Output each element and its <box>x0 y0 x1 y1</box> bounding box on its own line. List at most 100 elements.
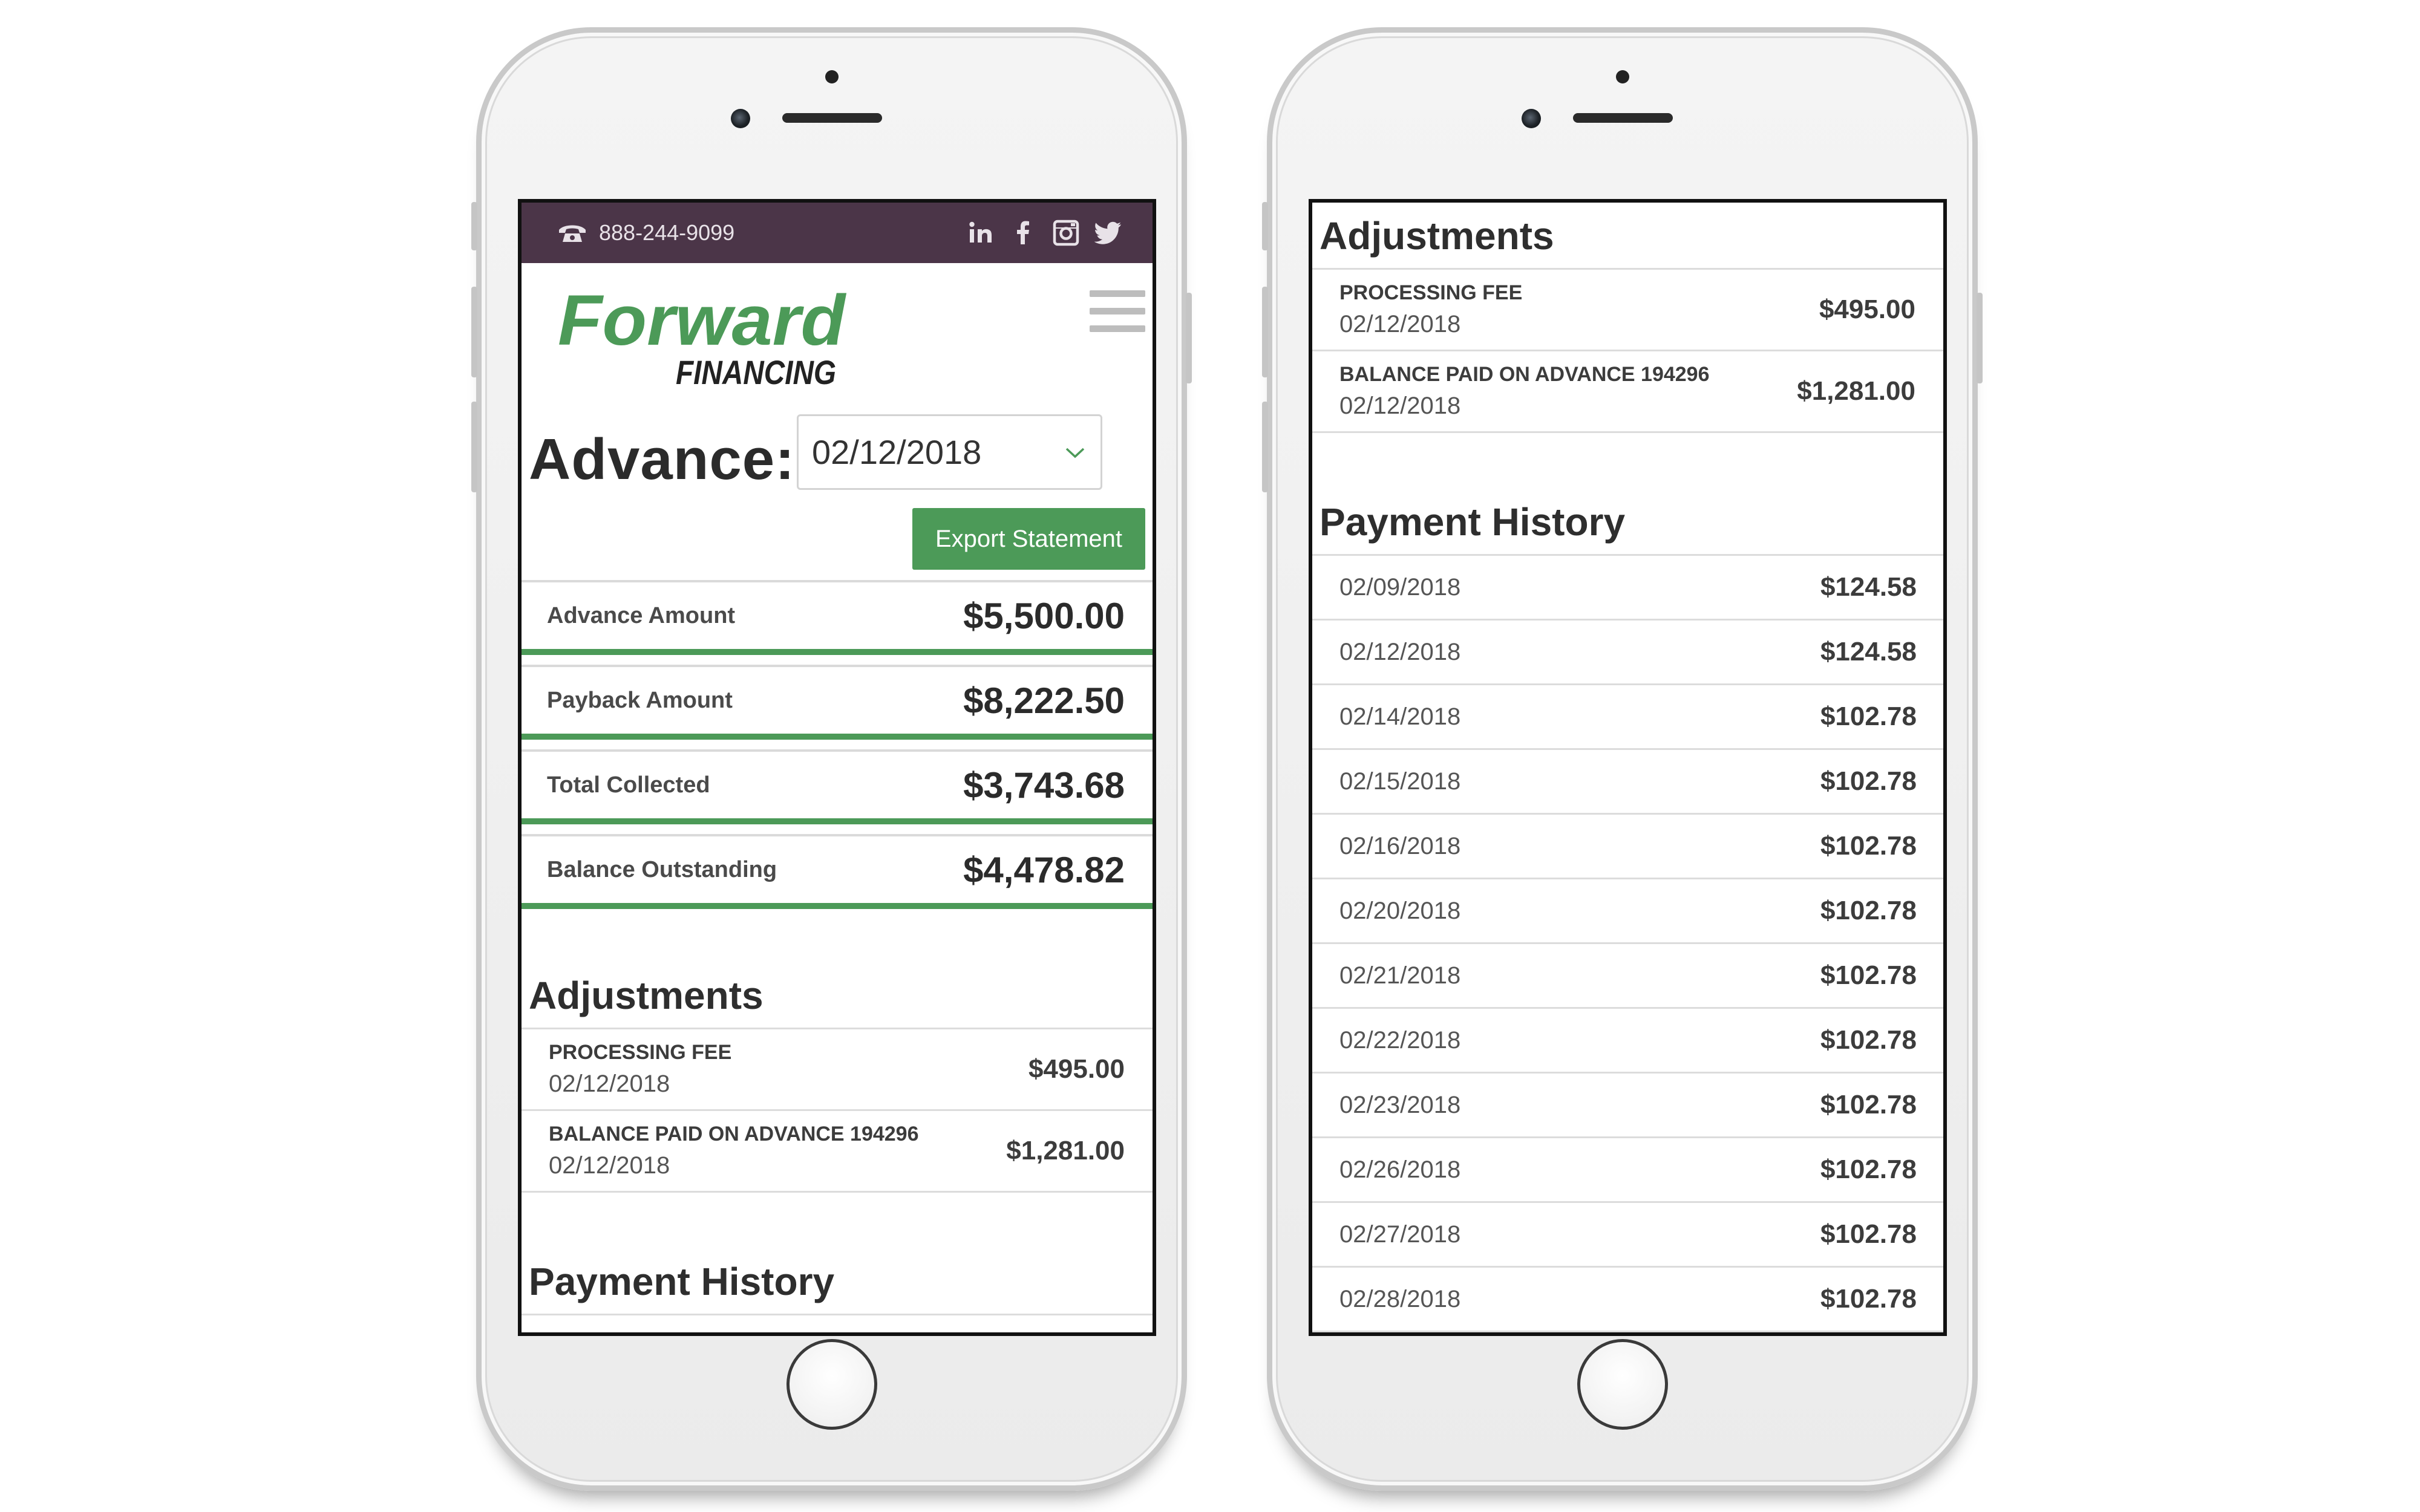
payment-date: 02/21/2018 <box>1339 962 1461 989</box>
payment-date: 02/20/2018 <box>1339 897 1461 924</box>
payment-amount: $102.78 <box>1820 1284 1917 1314</box>
front-camera <box>731 109 750 128</box>
payment-amount: $102.78 <box>1820 702 1917 731</box>
summary-row-payback-amount: Payback Amount $8,222.50 <box>522 665 1153 740</box>
payment-history-heading: Payment History <box>522 1259 1153 1315</box>
payment-row: 02/12/2018 $124.58 <box>1312 621 1943 685</box>
payment-amount: $102.78 <box>1820 1219 1917 1249</box>
adjustment-item: BALANCE PAID ON ADVANCE 194296 02/12/201… <box>522 1111 1153 1193</box>
advance-selector-row: Advance: 02/12/2018 <box>522 414 1153 493</box>
payment-date: 02/09/2018 <box>1339 573 1461 601</box>
payment-amount: $102.78 <box>1820 1155 1917 1184</box>
power-button <box>1977 293 1983 383</box>
adjustment-amount: $495.00 <box>1028 1054 1125 1084</box>
instagram-icon[interactable] <box>1052 219 1080 247</box>
phone-right: Adjustments PROCESSING FEE 02/12/2018 $4… <box>1262 27 1983 1491</box>
advance-summary: Advance Amount $5,500.00 Payback Amount … <box>522 580 1153 909</box>
home-button <box>1577 1339 1668 1430</box>
payment-date: 02/15/2018 <box>1339 767 1461 795</box>
svg-text:Forward: Forward <box>558 287 847 360</box>
proximity-sensor <box>825 70 839 83</box>
export-row: Export Statement <box>522 493 1153 572</box>
payment-row: 02/27/2018 $102.78 <box>1312 1203 1943 1268</box>
export-statement-button[interactable]: Export Statement <box>912 508 1145 570</box>
payment-amount: $124.58 <box>1820 572 1917 602</box>
mute-switch <box>471 202 477 250</box>
summary-row-total-collected: Total Collected $3,743.68 <box>522 749 1153 824</box>
power-button <box>1186 293 1192 383</box>
mockup-stage: 888-244-9099 Forward FINANCING Advance: … <box>0 0 2420 1512</box>
phone-number-link[interactable]: 888-244-9099 <box>599 220 734 246</box>
summary-label: Payback Amount <box>547 687 733 713</box>
screen-right[interactable]: Adjustments PROCESSING FEE 02/12/2018 $4… <box>1309 199 1947 1336</box>
phone-left: 888-244-9099 Forward FINANCING Advance: … <box>471 27 1192 1491</box>
svg-text:FINANCING: FINANCING <box>676 353 836 391</box>
site-header: Forward FINANCING <box>522 263 1153 414</box>
payment-row: 02/23/2018 $102.78 <box>1312 1074 1943 1138</box>
payment-date: 02/22/2018 <box>1339 1026 1461 1054</box>
summary-label: Balance Outstanding <box>547 856 777 882</box>
hamburger-menu-icon[interactable] <box>1090 290 1145 333</box>
summary-row-advance-amount: Advance Amount $5,500.00 <box>522 580 1153 655</box>
adjustments-heading: Adjustments <box>522 973 1153 1029</box>
volume-down-button <box>471 402 477 492</box>
payment-date: 02/23/2018 <box>1339 1091 1461 1118</box>
twitter-icon[interactable] <box>1094 219 1122 247</box>
adjustments-heading: Adjustments <box>1312 213 1943 270</box>
payment-amount: $124.58 <box>1820 637 1917 666</box>
adjustment-name: PROCESSING FEE <box>549 1041 732 1064</box>
screen-left: 888-244-9099 Forward FINANCING Advance: … <box>518 199 1156 1336</box>
payment-row: 02/21/2018 $102.78 <box>1312 944 1943 1009</box>
mute-switch <box>1262 202 1268 250</box>
earpiece-speaker <box>1572 113 1673 123</box>
adjustment-name: PROCESSING FEE <box>1339 281 1523 304</box>
payment-date: 02/28/2018 <box>1339 1285 1461 1312</box>
adjustment-amount: $495.00 <box>1819 295 1915 324</box>
payment-row: 02/16/2018 $102.78 <box>1312 815 1943 879</box>
volume-up-button <box>1262 287 1268 377</box>
payment-row: 02/20/2018 $102.78 <box>1312 879 1943 944</box>
payment-row: 02/22/2018 $102.78 <box>1312 1009 1943 1074</box>
adjustment-amount: $1,281.00 <box>1006 1136 1125 1165</box>
payment-date: 02/12/2018 <box>1339 638 1461 665</box>
payment-amount: $102.78 <box>1820 896 1917 925</box>
adjustment-date: 02/12/2018 <box>549 1152 670 1179</box>
payment-amount: $102.78 <box>1820 960 1917 990</box>
summary-row-balance-outstanding: Balance Outstanding $4,478.82 <box>522 834 1153 909</box>
summary-label: Total Collected <box>547 772 710 798</box>
proximity-sensor <box>1615 70 1629 83</box>
adjustment-item: PROCESSING FEE 02/12/2018 $495.00 <box>522 1029 1153 1111</box>
forward-financing-logo[interactable]: Forward FINANCING <box>558 287 848 396</box>
summary-amount: $4,478.82 <box>963 849 1125 890</box>
summary-label: Advance Amount <box>547 602 736 628</box>
volume-up-button <box>471 287 477 377</box>
top-contact-bar: 888-244-9099 <box>522 203 1153 263</box>
payment-date: 02/27/2018 <box>1339 1220 1461 1248</box>
summary-amount: $8,222.50 <box>963 680 1125 721</box>
home-button <box>786 1339 877 1430</box>
chevron-down-icon <box>1065 448 1085 458</box>
payment-history-heading: Payment History <box>1312 500 1943 556</box>
adjustment-amount: $1,281.00 <box>1797 376 1915 406</box>
adjustment-date: 02/12/2018 <box>549 1070 670 1097</box>
linkedin-icon[interactable] <box>967 219 995 247</box>
payment-row: 02/26/2018 $102.78 <box>1312 1138 1943 1203</box>
advance-label: Advance: <box>529 427 796 492</box>
facebook-icon[interactable] <box>1010 219 1038 247</box>
adjustment-item: BALANCE PAID ON ADVANCE 194296 02/12/201… <box>1312 351 1943 433</box>
telephone-icon <box>559 225 586 242</box>
volume-down-button <box>1262 402 1268 492</box>
social-links <box>967 219 1122 247</box>
adjustment-name: BALANCE PAID ON ADVANCE 194296 <box>1339 363 1710 386</box>
payment-history-list: 02/09/2018 $124.58 02/12/2018 $124.58 02… <box>1312 556 1943 1332</box>
payment-amount: $102.78 <box>1820 1090 1917 1119</box>
payment-date: 02/14/2018 <box>1339 703 1461 730</box>
advance-date-select[interactable]: 02/12/2018 <box>797 414 1102 490</box>
payment-row: 02/14/2018 $102.78 <box>1312 685 1943 750</box>
payment-date: 02/26/2018 <box>1339 1156 1461 1183</box>
summary-amount: $3,743.68 <box>963 764 1125 806</box>
adjustment-date: 02/12/2018 <box>1339 311 1461 337</box>
front-camera <box>1522 109 1541 128</box>
advance-date-value: 02/12/2018 <box>812 433 982 471</box>
payment-row: 02/15/2018 $102.78 <box>1312 750 1943 815</box>
